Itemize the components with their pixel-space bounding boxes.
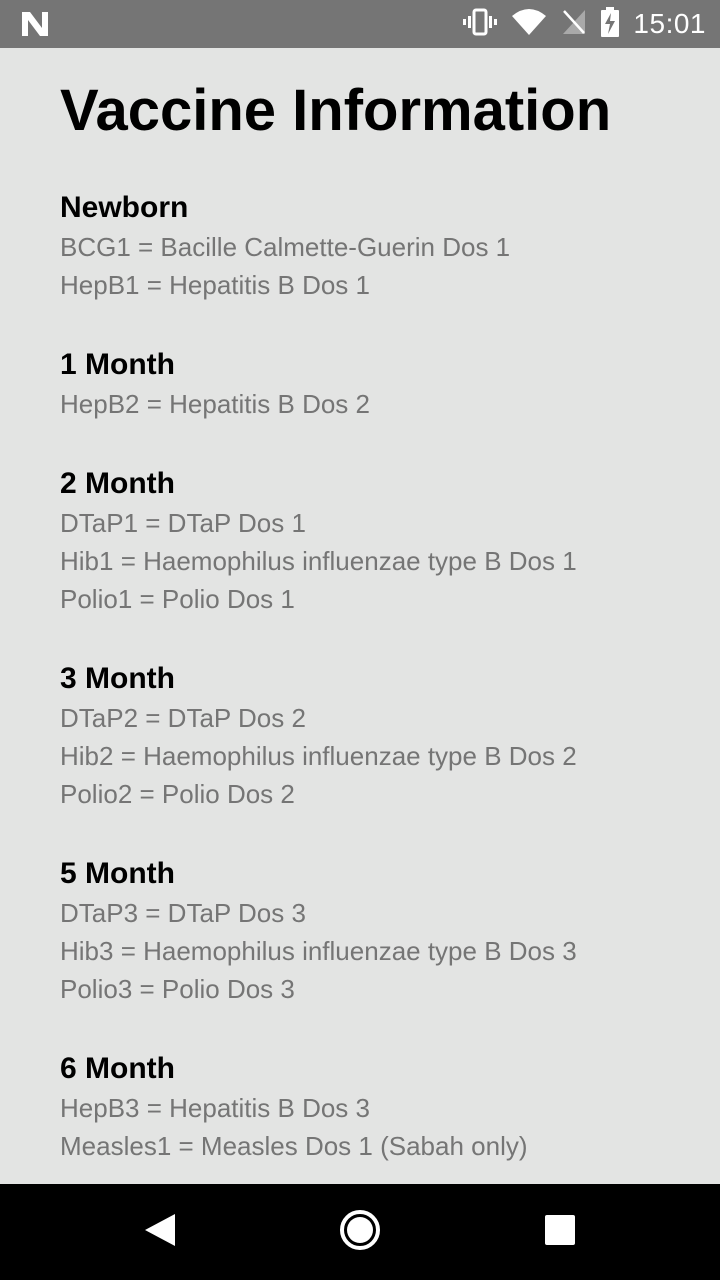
- list-item: BCG1 = Bacille Calmette-Guerin Dos 1: [60, 232, 511, 262]
- status-icons: 15:01: [463, 0, 706, 48]
- list-item: HepB3 = Hepatitis B Dos 3: [60, 1093, 370, 1123]
- main-content[interactable]: Vaccine Information Newborn BCG1 = Bacil…: [0, 48, 720, 1184]
- vibrate-icon: [463, 8, 498, 41]
- home-button[interactable]: [336, 1208, 384, 1256]
- list-item: Polio2 = Polio Dos 2: [60, 779, 295, 809]
- section-1-month: 1 Month HepB2 = Hepatitis B Dos 2: [60, 345, 700, 423]
- section-heading: Newborn: [60, 191, 189, 224]
- section-3-month: 3 Month DTaP2 = DTaP Dos 2 Hib2 = Haemop…: [60, 659, 700, 813]
- back-button[interactable]: [136, 1208, 184, 1256]
- wifi-icon: [511, 8, 547, 41]
- status-time: 15:01: [633, 8, 706, 39]
- no-sim-icon: [561, 8, 587, 41]
- navigation-bar: [0, 1184, 720, 1280]
- section-heading: 2 Month: [60, 467, 175, 500]
- home-icon: [338, 1208, 382, 1257]
- recents-icon: [544, 1214, 576, 1251]
- list-item: DTaP1 = DTaP Dos 1: [60, 508, 306, 538]
- section-heading: 5 Month: [60, 857, 175, 890]
- section-heading: 6 Month: [60, 1052, 175, 1085]
- list-item: DTaP2 = DTaP Dos 2: [60, 703, 306, 733]
- list-item: HepB2 = Hepatitis B Dos 2: [60, 389, 370, 419]
- list-item: HepB1 = Hepatitis B Dos 1: [60, 270, 370, 300]
- list-item: Polio3 = Polio Dos 3: [60, 974, 295, 1004]
- list-item: Hib2 = Haemophilus influenzae type B Dos…: [60, 741, 577, 771]
- list-item: DTaP3 = DTaP Dos 3: [60, 898, 306, 928]
- vaccine-schedule-list: Newborn BCG1 = Bacille Calmette-Guerin D…: [60, 188, 700, 1184]
- list-item: Hib3 = Haemophilus influenzae type B Dos…: [60, 936, 577, 966]
- list-item: Polio1 = Polio Dos 1: [60, 584, 295, 614]
- page-title: Vaccine Information: [60, 78, 612, 143]
- n-notification-icon: [20, 10, 50, 38]
- recents-button[interactable]: [536, 1208, 584, 1256]
- section-newborn: Newborn BCG1 = Bacille Calmette-Guerin D…: [60, 188, 700, 304]
- section-heading: 3 Month: [60, 662, 175, 695]
- battery-charging-icon: [601, 6, 620, 42]
- section-5-month: 5 Month DTaP3 = DTaP Dos 3 Hib3 = Haemop…: [60, 854, 700, 1008]
- section-6-month: 6 Month HepB3 = Hepatitis B Dos 3 Measle…: [60, 1049, 700, 1165]
- section-heading: 1 Month: [60, 348, 175, 381]
- list-item: Measles1 = Measles Dos 1 (Sabah only): [60, 1131, 528, 1161]
- section-2-month: 2 Month DTaP1 = DTaP Dos 1 Hib1 = Haemop…: [60, 464, 700, 618]
- back-icon: [143, 1212, 177, 1253]
- status-bar: 15:01: [0, 0, 720, 48]
- list-item: Hib1 = Haemophilus influenzae type B Dos…: [60, 546, 577, 576]
